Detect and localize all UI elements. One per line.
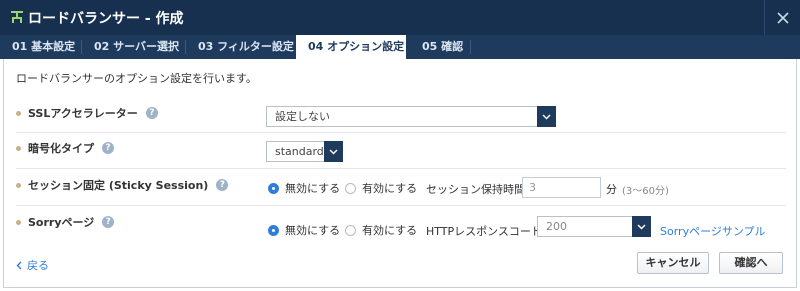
bullet-icon: [16, 110, 21, 116]
sorry-enable-label: 有効にする: [362, 224, 418, 237]
radio-checked-icon: [268, 224, 279, 236]
close-icon: [776, 11, 789, 24]
row-divider: [16, 168, 786, 169]
session-enable-label: 有効にする: [362, 182, 418, 195]
sorry-label-text: Sorryページ: [28, 216, 95, 229]
tab-filter-settings[interactable]: 03 フィルター設定: [186, 35, 296, 59]
encryption-type-select[interactable]: standard: [266, 141, 343, 162]
chevron-down-icon: [632, 216, 651, 237]
ssl-accelerator-select[interactable]: 設定しない: [266, 106, 556, 127]
radio-unchecked-icon: [345, 182, 356, 194]
help-icon[interactable]: ?: [216, 179, 229, 191]
load-balancer-icon: [11, 11, 23, 23]
chevron-down-icon: [324, 141, 343, 162]
sorry-label: Sorryページ ?: [16, 214, 115, 230]
radio-checked-icon: [268, 182, 279, 194]
cancel-button[interactable]: キャンセル: [637, 252, 709, 274]
sorry-enable-radio[interactable]: 有効にする: [345, 222, 417, 238]
http-response-code-value: 200: [546, 220, 567, 233]
help-icon[interactable]: ?: [102, 216, 115, 228]
session-time-input[interactable]: 3: [522, 177, 601, 198]
row-divider: [16, 205, 786, 206]
encryption-label: 暗号化タイプ ?: [16, 140, 114, 156]
back-label: 戻る: [27, 259, 49, 272]
session-time-unit: 分: [606, 183, 617, 196]
tab-server-selection[interactable]: 02 サーバー選択: [82, 35, 185, 59]
dialog-titlebar: ロードバランサー - 作成: [0, 0, 800, 35]
session-disable-label: 無効にする: [285, 182, 341, 195]
session-time-label: セッション保持時間: [426, 183, 525, 196]
session-label-text: セッション固定 (Sticky Session): [28, 179, 209, 192]
encryption-select-value: standard: [275, 145, 324, 158]
dialog-title: ロードバランサー - 作成: [28, 11, 184, 27]
sorry-page-sample-link[interactable]: Sorryページサンプル: [660, 223, 766, 239]
row-divider: [16, 132, 786, 133]
session-disable-radio[interactable]: 無効にする: [268, 180, 340, 196]
close-button[interactable]: [764, 0, 800, 35]
back-link[interactable]: 戻る: [16, 257, 49, 273]
bullet-icon: [16, 145, 21, 151]
intro-text: ロードバランサーのオプション設定を行います。: [16, 72, 257, 85]
ssl-select-value: 設定しない: [275, 110, 330, 123]
wizard-tabs: 01 基本設定 02 サーバー選択 03 フィルター設定 04 オプション設定 …: [0, 35, 800, 59]
tab-divider: [470, 40, 471, 54]
http-response-code-label: HTTPレスポンスコード: [426, 225, 542, 238]
ssl-label: SSLアクセラレーター ?: [16, 105, 158, 121]
help-icon[interactable]: ?: [145, 107, 158, 119]
sorry-disable-radio[interactable]: 無効にする: [268, 222, 340, 238]
chevron-down-icon: [537, 106, 556, 127]
session-label: セッション固定 (Sticky Session) ?: [16, 177, 229, 193]
tab-basic-settings[interactable]: 01 基本設定: [0, 35, 81, 59]
tab-confirm[interactable]: 05 確認: [410, 35, 470, 59]
confirm-button[interactable]: 確認へ: [719, 252, 783, 274]
session-enable-radio[interactable]: 有効にする: [345, 180, 417, 196]
http-response-code-select[interactable]: 200: [537, 216, 651, 237]
bullet-icon: [16, 182, 21, 188]
ssl-label-text: SSLアクセラレーター: [28, 107, 138, 120]
bullet-icon: [16, 219, 21, 225]
sorry-disable-label: 無効にする: [285, 224, 341, 237]
help-icon[interactable]: ?: [102, 142, 114, 154]
tab-option-settings[interactable]: 04 オプション設定: [296, 35, 406, 59]
encryption-label-text: 暗号化タイプ: [28, 142, 94, 155]
radio-unchecked-icon: [345, 224, 356, 236]
chevron-left-icon: [16, 261, 22, 269]
session-time-range: (3〜60分): [622, 186, 669, 197]
